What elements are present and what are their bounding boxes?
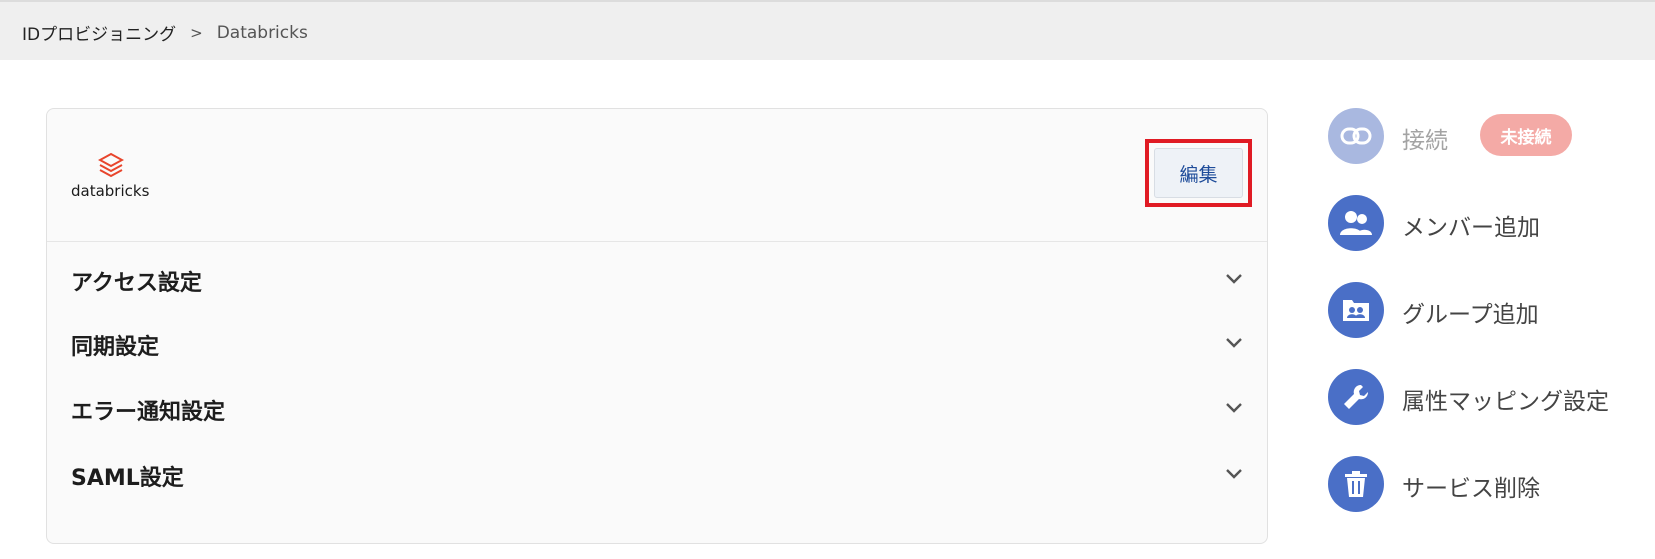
databricks-logo-icon [98, 152, 124, 178]
trash-icon [1328, 456, 1384, 512]
users-icon [1328, 195, 1384, 251]
action-sidebar: 接続 未接続 メンバー追加 グループ追加 属性マッピング設定 サービス削除 [1328, 0, 1655, 559]
group-folder-icon [1328, 282, 1384, 338]
edit-button-highlight: 編集 [1145, 139, 1252, 207]
section-saml-settings[interactable]: SAML設定 [47, 448, 1267, 504]
wrench-icon [1328, 369, 1384, 425]
breadcrumb-parent-link[interactable]: IDプロビジョニング [22, 20, 176, 45]
service-card-header: databricks 編集 [47, 109, 1267, 242]
databricks-logo-text: databricks [71, 182, 150, 200]
chevron-down-icon [1226, 469, 1242, 479]
section-sync-settings[interactable]: 同期設定 [47, 317, 1267, 373]
connect-action: 接続 未接続 [1328, 108, 1648, 164]
breadcrumb-current: Databricks [216, 22, 308, 43]
section-label: アクセス設定 [71, 271, 202, 296]
section-label: 同期設定 [71, 335, 160, 360]
chevron-down-icon [1226, 274, 1242, 284]
attribute-mapping-label: 属性マッピング設定 [1402, 389, 1609, 415]
chevron-down-icon [1226, 338, 1242, 348]
link-icon [1328, 108, 1384, 164]
edit-button[interactable]: 編集 [1154, 148, 1243, 198]
add-member-label: メンバー追加 [1402, 215, 1540, 241]
add-member-button[interactable]: メンバー追加 [1328, 195, 1648, 251]
service-card: databricks 編集 アクセス設定 同期設定 エラー通知設定 SAML設定 [46, 108, 1268, 544]
delete-service-button[interactable]: サービス削除 [1328, 456, 1648, 512]
databricks-logo: databricks [71, 152, 151, 202]
connect-label: 接続 [1402, 128, 1448, 154]
section-access-settings[interactable]: アクセス設定 [47, 253, 1267, 309]
breadcrumb-separator: > [190, 23, 203, 42]
section-label: SAML設定 [71, 466, 184, 491]
chevron-down-icon [1226, 403, 1242, 413]
add-group-button[interactable]: グループ追加 [1328, 282, 1648, 338]
delete-service-label: サービス削除 [1402, 476, 1540, 502]
attribute-mapping-button[interactable]: 属性マッピング設定 [1328, 369, 1648, 425]
section-label: エラー通知設定 [71, 400, 226, 425]
breadcrumb: IDプロビジョニング > Databricks [22, 20, 308, 46]
section-error-notification-settings[interactable]: エラー通知設定 [47, 382, 1267, 438]
status-badge: 未接続 [1480, 114, 1572, 156]
add-group-label: グループ追加 [1402, 302, 1539, 328]
